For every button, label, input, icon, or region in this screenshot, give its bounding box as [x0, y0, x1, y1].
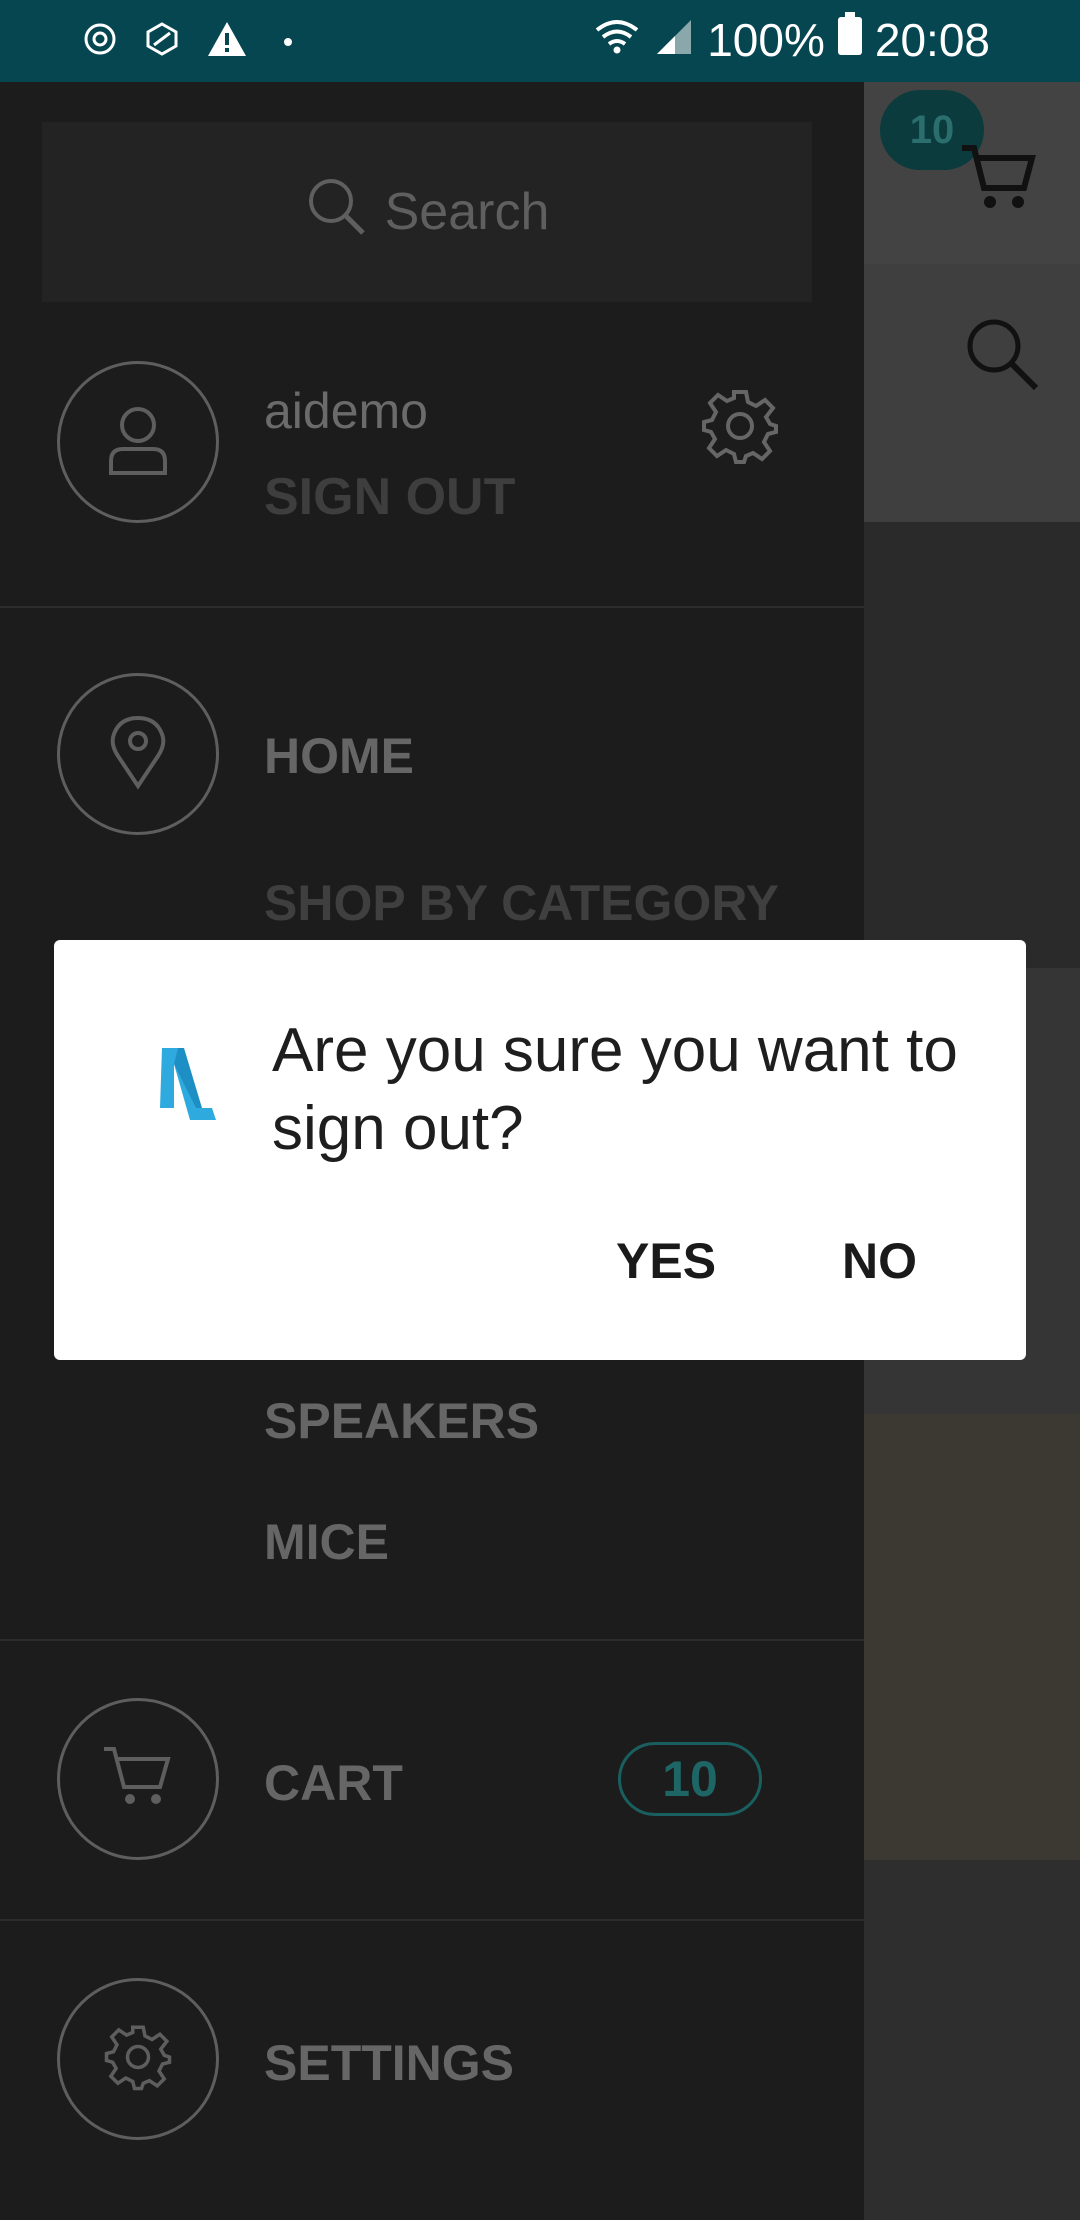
- menu-item-home[interactable]: HOME: [264, 727, 414, 785]
- drawer-divider: [0, 1919, 864, 1921]
- notification-dot: [284, 37, 292, 46]
- status-bar-left: [82, 20, 292, 63]
- battery-icon: [837, 12, 863, 67]
- background-product-image: [864, 1414, 1080, 1860]
- cart-icon[interactable]: [960, 142, 1036, 219]
- status-bar: 100% 20:08: [0, 0, 1080, 82]
- drawer-search-field[interactable]: Search: [42, 122, 812, 302]
- battery-percent: 100%: [707, 13, 825, 66]
- drawer-search-label: Search: [384, 183, 550, 241]
- sign-out-link[interactable]: SIGN OUT: [264, 467, 515, 527]
- yes-button[interactable]: YES: [616, 1232, 716, 1290]
- menu-item-speakers[interactable]: SPEAKERS: [264, 1392, 539, 1450]
- location-pin-icon: [108, 714, 168, 795]
- settings-notification-icon: [82, 21, 118, 62]
- search-icon: [305, 175, 367, 250]
- background-header: 10: [864, 82, 1080, 264]
- user-name: aidemo: [264, 383, 428, 439]
- dialog-message: Are you sure you want to sign out?: [272, 1016, 958, 1163]
- search-icon[interactable]: [964, 316, 1040, 397]
- warning-icon: [206, 20, 248, 63]
- settings-menu-icon-wrap[interactable]: [57, 1978, 219, 2140]
- app-notification-icon: [144, 21, 180, 62]
- home-menu-icon-wrap[interactable]: [57, 673, 219, 835]
- background-product-image: [864, 1860, 1080, 2220]
- user-avatar[interactable]: [57, 361, 219, 523]
- cart-menu-icon-wrap[interactable]: [57, 1698, 219, 1860]
- no-button[interactable]: NO: [842, 1232, 917, 1290]
- menu-item-mice[interactable]: MICE: [264, 1513, 389, 1571]
- clock: 20:08: [874, 13, 990, 66]
- menu-item-shop-by-category[interactable]: SHOP BY CATEGORY: [264, 874, 779, 932]
- wifi-icon: [593, 13, 641, 67]
- status-bar-right: 100% 20:08: [593, 12, 990, 67]
- sign-out-dialog: Are you sure you want to sign out? YES N…: [54, 940, 1026, 1360]
- gear-icon: [103, 2022, 173, 2097]
- menu-item-settings[interactable]: SETTINGS: [264, 2034, 514, 2092]
- background-search-row: [864, 264, 1080, 522]
- drawer-divider: [0, 606, 864, 608]
- cart-count-badge: 10: [618, 1742, 762, 1816]
- cart-icon: [102, 1743, 174, 1816]
- menu-item-cart[interactable]: CART: [264, 1754, 403, 1812]
- gear-icon[interactable]: [700, 386, 780, 471]
- signal-icon: [653, 13, 695, 67]
- user-icon: [103, 403, 173, 482]
- app-logo-icon: [156, 1044, 218, 1129]
- drawer-divider: [0, 1639, 864, 1641]
- background-product-image: [864, 522, 1080, 968]
